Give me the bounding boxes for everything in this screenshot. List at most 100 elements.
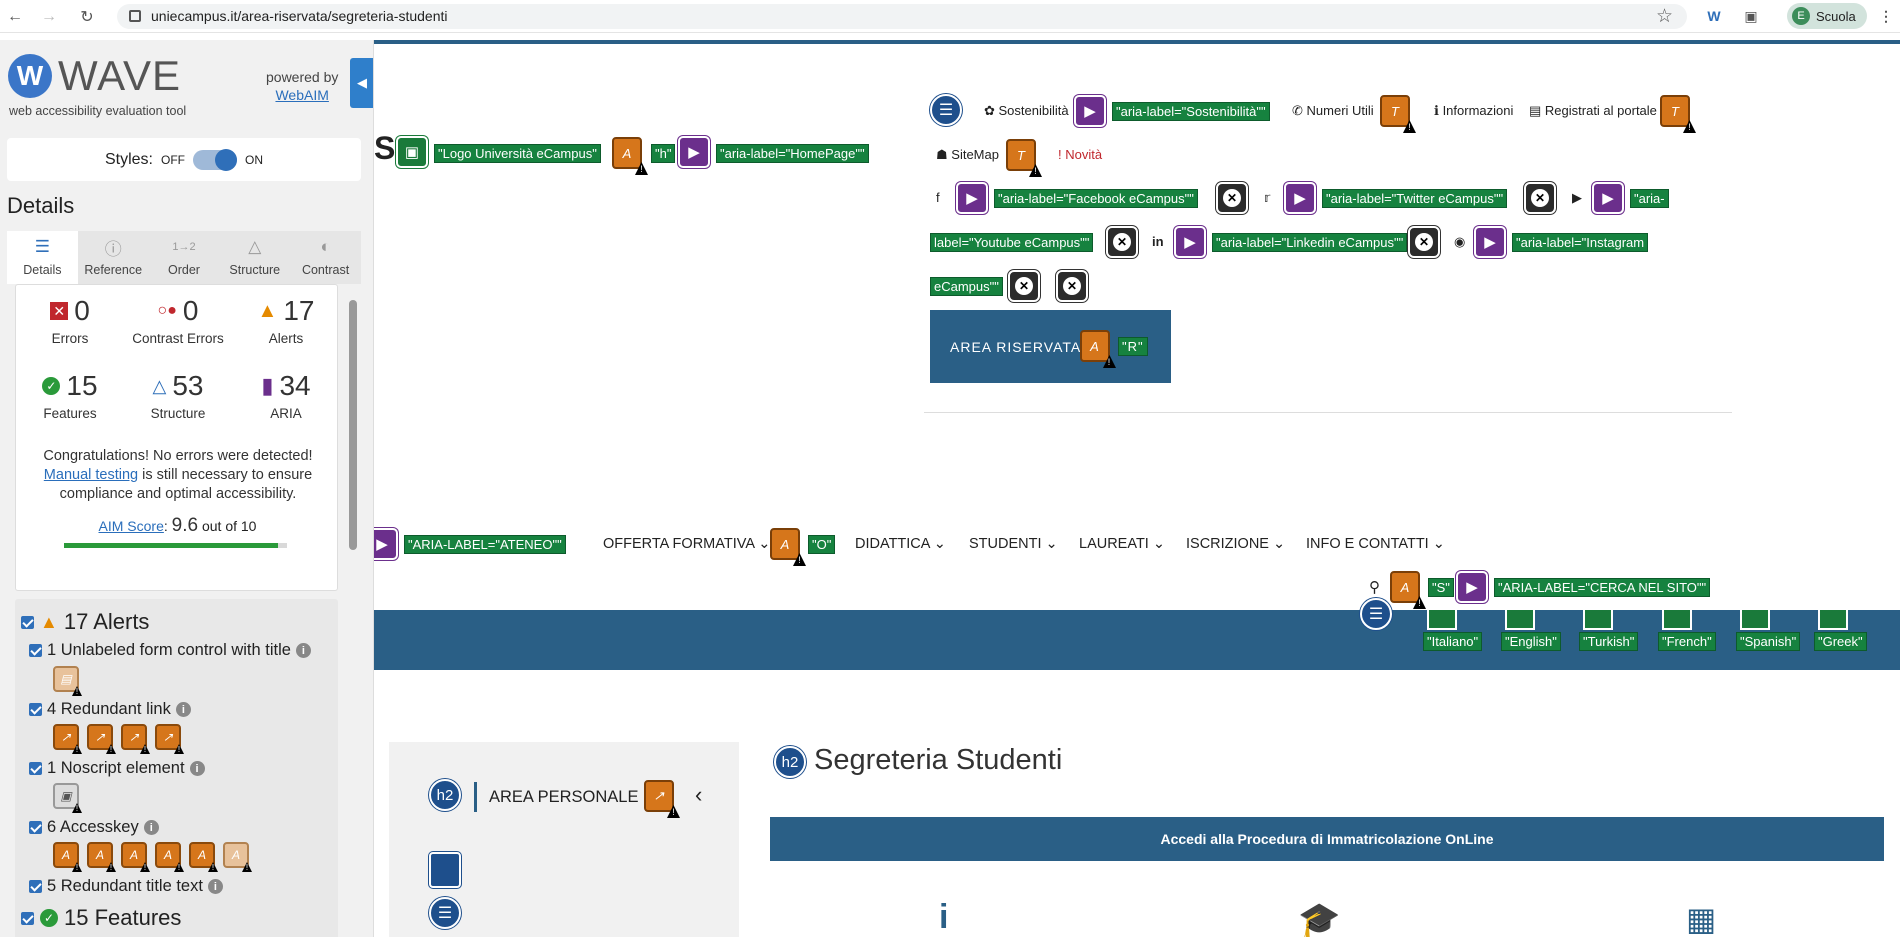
tab-details[interactable]: ☰ Details: [7, 231, 78, 284]
alert-checkbox[interactable]: [29, 703, 42, 716]
accesskey-alert-icon[interactable]: A: [1080, 330, 1110, 362]
list-icon: ☰: [1360, 598, 1392, 630]
forward-icon[interactable]: →: [38, 6, 60, 28]
accesskey-icon[interactable]: A: [121, 842, 147, 868]
aim-score-outof: out of 10: [201, 518, 257, 534]
lang-italiano[interactable]: "Italiano": [1423, 632, 1483, 651]
registrati-link[interactable]: ▤ Registrati al portale: [1529, 103, 1657, 119]
informazioni-link[interactable]: ℹ Informazioni: [1434, 103, 1513, 119]
styles-on-label: ON: [245, 152, 263, 167]
area-riservata-button[interactable]: AREA RISERVATA A "R": [930, 310, 1171, 383]
alerts-summary[interactable]: ▲ 17 Alerts: [232, 295, 340, 346]
manual-testing-link[interactable]: Manual testing: [44, 467, 138, 483]
twitter-icon[interactable]: 𝕣: [1264, 190, 1270, 206]
alert-checkbox[interactable]: [29, 880, 42, 893]
accesskey-icon[interactable]: A: [155, 842, 181, 868]
browser-menu-icon[interactable]: ⋮: [1876, 6, 1896, 26]
sostenibilita-link[interactable]: ✿ Sostenibilità: [984, 103, 1069, 119]
menu-didattica[interactable]: DIDATTICA ⌄: [855, 536, 946, 552]
structure-summary[interactable]: △ 53 Structure: [124, 370, 232, 421]
noscript-icon[interactable]: ▣: [53, 783, 79, 809]
chevron-left-icon[interactable]: ‹: [695, 782, 702, 808]
tab-structure[interactable]: △ Structure: [219, 231, 291, 284]
redundant-title-alert-icon[interactable]: T: [1006, 139, 1036, 171]
redundant-link-icon[interactable]: ↗: [87, 724, 113, 750]
divider: [924, 412, 1732, 413]
accesskey-alert-icon[interactable]: A: [1390, 571, 1420, 603]
bookmark-star-icon[interactable]: ☆: [1656, 5, 1673, 28]
accesskey-alert-icon[interactable]: A: [612, 137, 642, 169]
styles-toggle[interactable]: [193, 148, 237, 171]
sitemap-link[interactable]: ☗ SiteMap: [936, 147, 999, 163]
flag-image-icon: [1583, 610, 1613, 630]
url-text: uniecampus.it/area-riservata/segreteria-…: [151, 8, 448, 24]
collapse-sidebar-button[interactable]: ◀: [350, 58, 373, 108]
tab-order[interactable]: 1→2 Order: [148, 231, 220, 284]
numeri-utili-link[interactable]: ✆ Numeri Utili: [1292, 103, 1374, 119]
reload-icon[interactable]: ↻: [76, 6, 98, 28]
features-summary[interactable]: ✓ 15 Features: [16, 370, 124, 421]
profile-name: Scuola: [1816, 8, 1856, 24]
lang-spanish[interactable]: "Spanish": [1736, 632, 1801, 651]
lang-turkish[interactable]: "Turkish": [1579, 632, 1639, 651]
accesskey-alert-icon[interactable]: A: [770, 528, 800, 560]
redundant-title-alert-icon[interactable]: T: [1380, 95, 1410, 127]
styles-toggle-row: Styles: OFF ON: [7, 138, 361, 181]
info-icon[interactable]: i: [175, 702, 191, 717]
features-heading-text: 15 Features: [64, 905, 182, 930]
search-icon[interactable]: ⚲: [1369, 578, 1380, 596]
registrati-text: Registrati al portale: [1544, 103, 1657, 118]
back-icon[interactable]: ←: [4, 6, 26, 28]
tab-contrast[interactable]: ◐ Contrast: [290, 231, 361, 284]
page-content: S ▣ "Logo Università eCampus" A "h" ▶ "a…: [374, 40, 1900, 937]
aim-score-link[interactable]: AIM Score: [99, 518, 164, 534]
info-icon[interactable]: i: [143, 820, 159, 835]
menu-iscrizione[interactable]: ISCRIZIONE ⌄: [1186, 536, 1285, 552]
alert-checkbox[interactable]: [29, 762, 42, 775]
menu-laureati[interactable]: LAUREATI ⌄: [1079, 536, 1165, 552]
address-bar[interactable]: uniecampus.it/area-riservata/segreteria-…: [117, 4, 1687, 29]
menu-info-contatti[interactable]: INFO E CONTATTI ⌄: [1306, 536, 1445, 552]
redundant-link-icon[interactable]: ↗: [121, 724, 147, 750]
wave-extension-icon[interactable]: W: [1704, 6, 1724, 26]
tab-reference[interactable]: ⓘ Reference: [77, 231, 149, 284]
errors-summary[interactable]: ✕ 0 Errors: [16, 295, 124, 346]
redundant-link-icon[interactable]: ↗: [155, 724, 181, 750]
features-checkbox[interactable]: [21, 911, 34, 925]
youtube-icon[interactable]: ▶: [1572, 190, 1582, 206]
unlabeled-control-icon[interactable]: ▤: [53, 666, 79, 692]
accesskey-icon[interactable]: A: [223, 842, 249, 868]
info-icon[interactable]: i: [189, 761, 205, 776]
info-icon[interactable]: i: [207, 879, 223, 894]
aria-summary[interactable]: ▮ 34 ARIA: [232, 370, 340, 421]
lang-english[interactable]: "English": [1501, 632, 1561, 651]
menu-studenti[interactable]: STUDENTI ⌄: [969, 536, 1058, 552]
facebook-icon[interactable]: f: [936, 190, 940, 205]
lang-greek[interactable]: "Greek": [1814, 632, 1867, 651]
accesskey-icon[interactable]: A: [53, 842, 79, 868]
accesskey-icon[interactable]: A: [189, 842, 215, 868]
profile-button[interactable]: E Scuola: [1787, 3, 1867, 29]
accesskey-icon[interactable]: A: [87, 842, 113, 868]
alerts-checkbox[interactable]: [21, 615, 34, 629]
linkedin-icon[interactable]: in: [1152, 234, 1164, 249]
webaim-link[interactable]: WebAIM: [275, 87, 328, 103]
immatricolazione-button[interactable]: Accedi alla Procedura di Immatricolazion…: [770, 817, 1884, 861]
redundant-link-alert-icon[interactable]: ↗: [644, 780, 674, 812]
redundant-link-icon[interactable]: ↗: [53, 724, 79, 750]
instagram-icon[interactable]: ◉: [1454, 234, 1465, 250]
sidebar-scrollbar[interactable]: [348, 284, 358, 937]
info-icon[interactable]: i: [295, 643, 311, 658]
extensions-puzzle-icon[interactable]: ▣: [1741, 6, 1761, 26]
menu-offerta-formativa[interactable]: OFFERTA FORMATIVA ⌄: [603, 536, 770, 552]
novita-link[interactable]: ! Novità: [1058, 147, 1102, 162]
lang-french[interactable]: "French": [1658, 632, 1716, 651]
site-info-icon[interactable]: [129, 10, 141, 22]
flag-image-icon: [1427, 610, 1457, 630]
chevron-down-icon: ⌄: [1152, 536, 1166, 552]
contrast-summary[interactable]: ○● 0 Contrast Errors: [124, 295, 232, 346]
redundant-title-alert-icon[interactable]: T: [1660, 95, 1690, 127]
r-label: "R": [1118, 337, 1148, 356]
alert-checkbox[interactable]: [29, 821, 42, 834]
alert-checkbox[interactable]: [29, 644, 42, 657]
